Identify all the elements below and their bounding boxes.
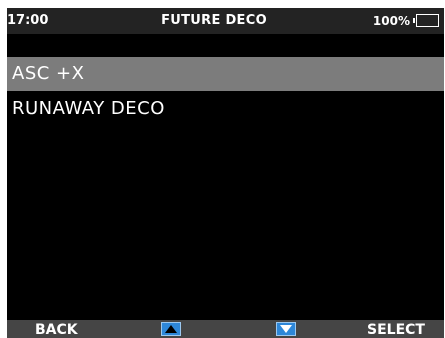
- menu-list: ASC +X RUNAWAY DECO: [7, 57, 444, 126]
- screen-title: FUTURE DECO: [161, 13, 267, 28]
- battery-terminal: [413, 18, 415, 23]
- dive-computer-display: 17:00 FUTURE DECO 100% ASC +X RUNAWAY DE…: [7, 8, 444, 338]
- arrow-down-icon[interactable]: [276, 322, 296, 336]
- menu-item-label: RUNAWAY DECO: [12, 98, 165, 119]
- menu-item-label: ASC +X: [12, 63, 85, 84]
- battery-percentage: 100%: [372, 14, 410, 28]
- screen: 17:00 FUTURE DECO 100% ASC +X RUNAWAY DE…: [0, 0, 445, 338]
- arrow-up-icon[interactable]: [161, 322, 181, 336]
- menu-item-asc-x[interactable]: ASC +X: [7, 57, 444, 91]
- back-button[interactable]: BACK: [35, 322, 78, 338]
- arrow-up-glyph: [165, 325, 177, 333]
- softkey-bar: BACK SELECT: [7, 320, 444, 338]
- status-bar: 17:00 FUTURE DECO 100%: [7, 8, 444, 34]
- battery-icon: [413, 14, 439, 27]
- arrow-down-glyph: [280, 325, 292, 333]
- menu-item-runaway-deco[interactable]: RUNAWAY DECO: [7, 92, 444, 126]
- select-button[interactable]: SELECT: [367, 322, 425, 338]
